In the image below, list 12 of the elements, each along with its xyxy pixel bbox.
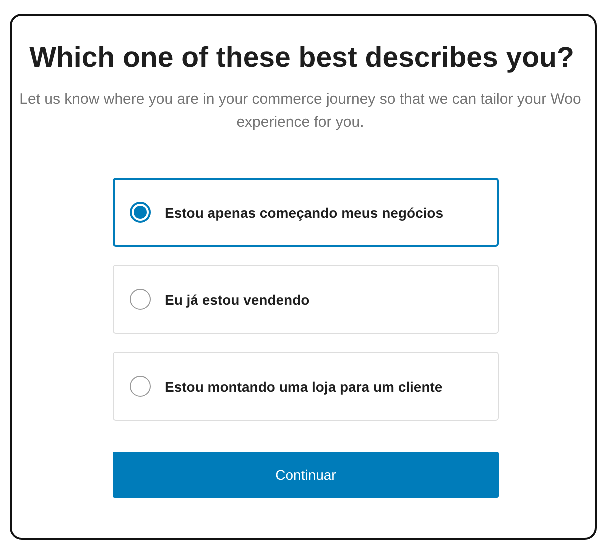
continue-button[interactable]: Continuar (113, 452, 499, 498)
option-label: Estou montando uma loja para um cliente (165, 378, 443, 394)
radio-button[interactable] (130, 376, 151, 397)
option-card[interactable]: Estou montando uma loja para um cliente (113, 352, 499, 421)
option-card[interactable]: Estou apenas começando meus negócios (113, 178, 499, 247)
option-label: Eu já estou vendendo (165, 292, 310, 308)
radio-button[interactable] (130, 202, 151, 223)
page-heading: Which one of these best describes you? (28, 42, 576, 75)
option-card[interactable]: Eu já estou vendendo (113, 265, 499, 334)
subtitle-text: Let us know where you are in your commerce journey so that we can tailor your Woo experience for you. (18, 90, 582, 133)
radio-button[interactable] (130, 289, 151, 310)
option-label: Estou apenas começando meus negócios (165, 204, 444, 220)
